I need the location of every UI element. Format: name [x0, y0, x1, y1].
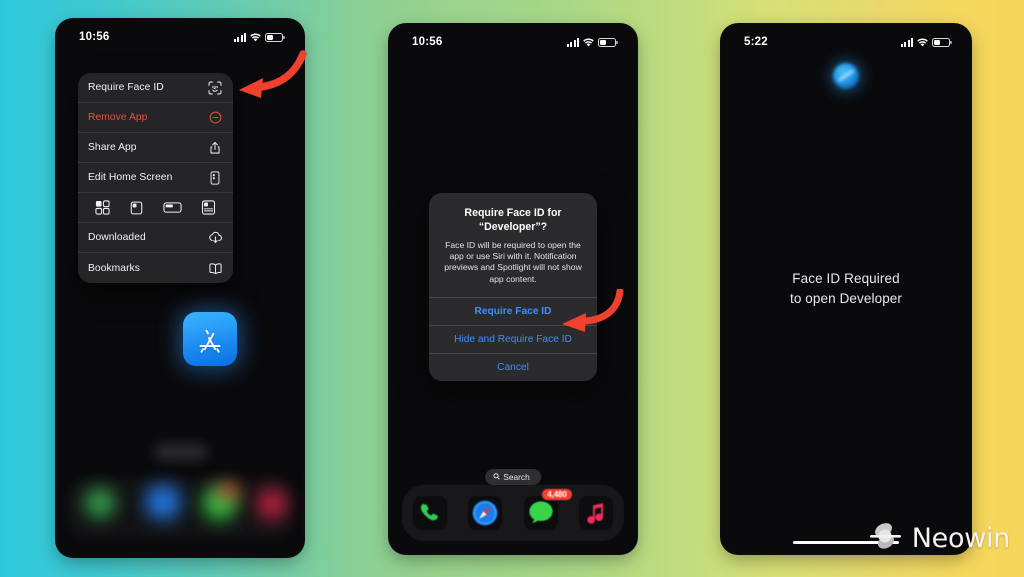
- require-face-id-alert: Require Face ID for “Developer”? Face ID…: [429, 193, 597, 381]
- alert-title-line-1: Require Face ID for: [464, 207, 562, 219]
- battery-icon: [598, 37, 618, 47]
- context-menu-item-share-app[interactable]: Share App: [78, 133, 233, 163]
- context-menu-label: Edit Home Screen: [88, 172, 173, 183]
- context-menu-label: Bookmarks: [88, 262, 140, 274]
- context-menu-label: Require Face ID: [88, 82, 164, 93]
- phone-2-screen: 10:56 Require Face ID for “Developer”? F…: [390, 25, 636, 553]
- cellular-bars-icon: [234, 32, 246, 42]
- minus-circle-icon: [207, 110, 223, 126]
- context-menu-item-downloaded[interactable]: Downloaded: [78, 223, 233, 253]
- messages-badge: 4,480: [541, 488, 573, 501]
- phone-1-status-bar: 10:56: [57, 20, 303, 54]
- widget-size-small-icon[interactable]: [95, 200, 110, 215]
- context-menu-item-remove-app[interactable]: Remove App: [78, 103, 233, 133]
- alert-button-require-face-id[interactable]: Require Face ID: [429, 296, 597, 325]
- widget-size-large-icon[interactable]: [201, 200, 216, 215]
- share-icon: [207, 140, 223, 156]
- alert-body: Require Face ID for “Developer”? Face ID…: [429, 193, 597, 297]
- status-indicators: [567, 37, 618, 47]
- status-indicators: [901, 37, 952, 47]
- context-menu-label: Remove App: [88, 112, 148, 123]
- widget-size-medium-icon[interactable]: [129, 201, 144, 215]
- music-app-icon[interactable]: [576, 493, 616, 533]
- wifi-icon: [583, 38, 594, 47]
- neowin-logo-icon: [869, 518, 905, 559]
- dock-slot: [190, 491, 226, 527]
- widget-size-wide-icon[interactable]: [163, 201, 182, 214]
- widget-size-selector-row[interactable]: [78, 193, 233, 223]
- phone-2-alert-dialog: 10:56 Require Face ID for “Developer”? F…: [390, 25, 636, 553]
- status-time: 10:56: [79, 31, 110, 43]
- alert-title: Require Face ID for “Developer”?: [442, 207, 584, 235]
- status-indicators: [234, 32, 285, 42]
- developer-app-icon: [833, 63, 859, 89]
- face-id-message-line-1: Face ID Required: [792, 271, 900, 286]
- context-menu-item-edit-home-screen[interactable]: Edit Home Screen: [78, 163, 233, 193]
- context-menu-item-bookmarks[interactable]: Bookmarks: [78, 253, 233, 283]
- dock-slot: [134, 491, 170, 527]
- cellular-bars-icon: [901, 37, 913, 47]
- alert-title-line-2: “Developer”?: [478, 220, 548, 233]
- wifi-icon: [250, 33, 261, 42]
- dock-slot: [247, 491, 283, 527]
- battery-icon: [932, 37, 952, 47]
- phone-2-status-bar: 10:56: [390, 25, 636, 59]
- wifi-icon: [917, 38, 928, 47]
- alert-button-cancel[interactable]: Cancel: [429, 352, 597, 381]
- search-label: Search: [503, 472, 530, 482]
- phone-app-icon[interactable]: [410, 493, 450, 533]
- blurred-search-pill: [155, 444, 207, 460]
- context-menu-label: Share App: [88, 142, 137, 153]
- phone-3-face-id-required: 5:22 Face ID Required to open Developer: [722, 25, 970, 553]
- phone-1-context-menu: 10:56 Require Face ID Remove App Share A…: [57, 20, 303, 556]
- phone-1-dock: [67, 478, 293, 540]
- status-time: 5:22: [744, 36, 768, 48]
- app-store-icon[interactable]: [183, 312, 237, 366]
- dock-slot: [77, 491, 113, 527]
- face-id-required-message: Face ID Required to open Developer: [722, 269, 970, 308]
- screenshot-stage: 10:56 Require Face ID Remove App Share A…: [0, 0, 1024, 577]
- alert-message: Face ID will be required to open the app…: [444, 239, 582, 284]
- neowin-watermark: Neowin: [869, 518, 1010, 559]
- phone-3-status-bar: 5:22: [722, 25, 970, 59]
- edit-home-screen-icon: [207, 170, 223, 186]
- book-icon: [207, 260, 223, 276]
- cellular-bars-icon: [567, 37, 579, 47]
- neowin-wordmark: Neowin: [911, 523, 1011, 554]
- faceid-icon: [207, 80, 223, 96]
- safari-app-icon[interactable]: [465, 493, 505, 533]
- app-context-menu[interactable]: Require Face ID Remove App Share App Edi…: [78, 73, 233, 283]
- status-time: 10:56: [412, 36, 443, 48]
- battery-icon: [265, 32, 285, 42]
- context-menu-item-require-face-id[interactable]: Require Face ID: [78, 73, 233, 103]
- search-icon: [493, 472, 500, 482]
- phone-1-screen: 10:56 Require Face ID Remove App Share A…: [57, 20, 303, 556]
- context-menu-label: Downloaded: [88, 232, 146, 243]
- alert-button-hide-and-require-face-id[interactable]: Hide and Require Face ID: [429, 324, 597, 353]
- search-pill[interactable]: Search: [485, 469, 541, 485]
- phone-3-screen: 5:22 Face ID Required to open Developer: [722, 25, 970, 553]
- phone-2-dock: 4,480: [402, 485, 624, 541]
- cloud-download-icon: [207, 230, 223, 246]
- messages-app-icon[interactable]: 4,480: [521, 488, 573, 533]
- face-id-message-line-2: to open Developer: [789, 290, 903, 306]
